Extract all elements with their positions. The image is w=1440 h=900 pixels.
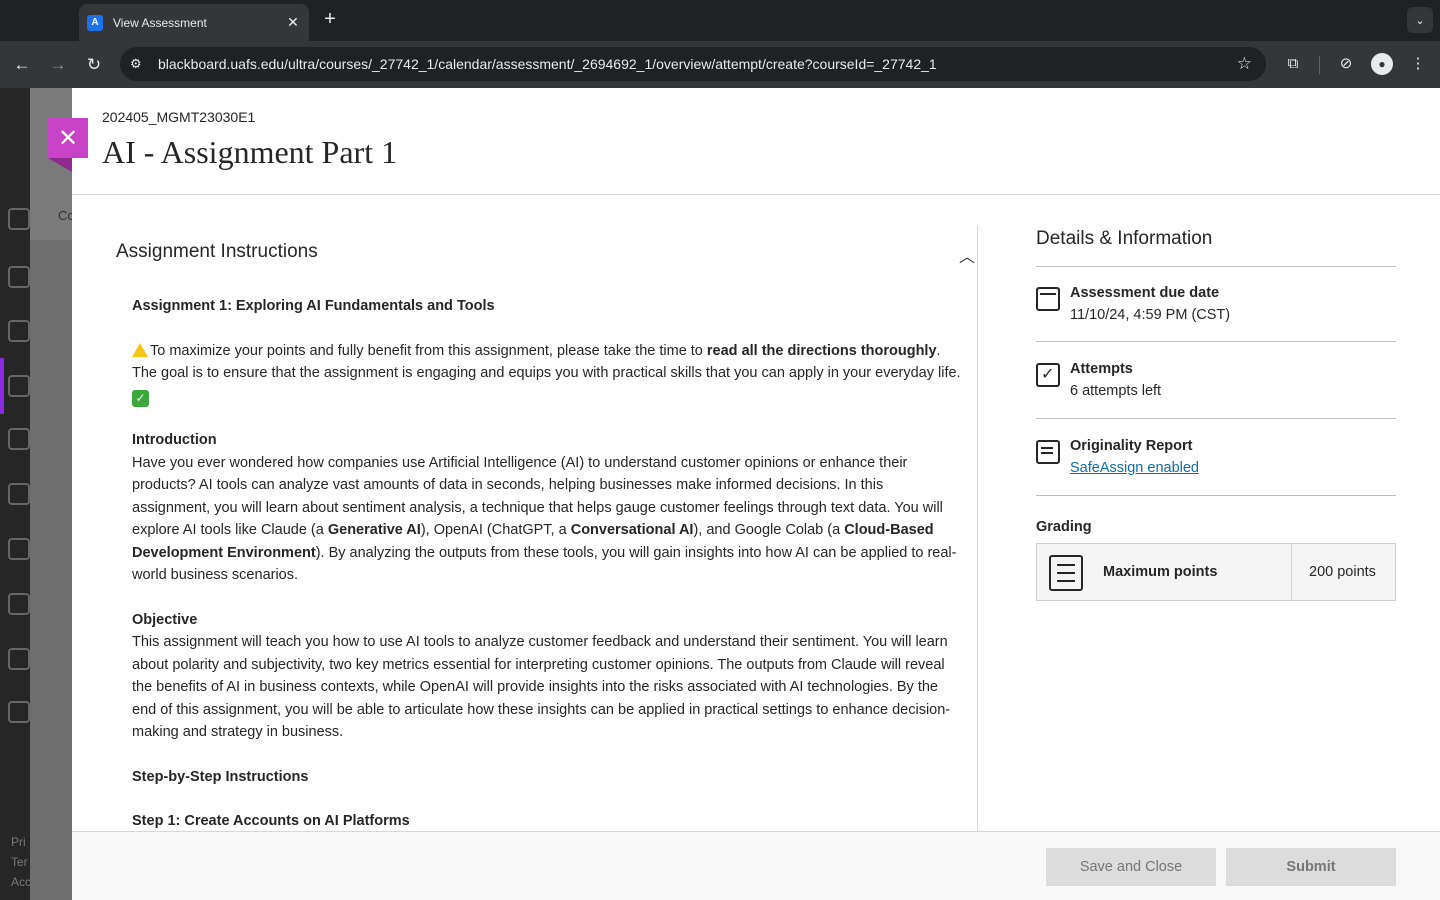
back-icon[interactable]: ← (10, 53, 34, 77)
grading-box: Maximum points 200 points (1036, 543, 1396, 601)
extensions-icon[interactable]: ⧉ (1282, 53, 1304, 75)
browser-menu-icon[interactable]: ⋮ (1407, 53, 1429, 75)
background-footer-links: Pri Ter Acc (11, 832, 31, 892)
tab-title: View Assessment (113, 15, 207, 30)
instructions-section-title[interactable]: Assignment Instructions (116, 241, 318, 263)
courses-icon (8, 375, 30, 397)
institution-icon (8, 208, 30, 230)
groups-icon (8, 428, 30, 450)
grading-divider (1291, 544, 1292, 600)
panel-body[interactable]: Assignment Instructions ︿ Assignment 1: … (72, 195, 1440, 831)
tab-search-icon[interactable]: ⌄ (1407, 7, 1433, 33)
forward-icon[interactable]: → (46, 53, 70, 77)
performance-icon[interactable]: ⊘ (1335, 53, 1357, 75)
blackboard-favicon-icon: A (87, 14, 103, 31)
instructions-column: Assignment Instructions ︿ Assignment 1: … (116, 225, 978, 831)
course-id: 202405_MGMT23030E1 (102, 109, 256, 125)
sign-out-icon (8, 701, 30, 723)
checklist-icon (1049, 555, 1083, 591)
objective-heading: Objective (132, 611, 198, 628)
introduction-text-3: ), and Google Colab (a (693, 522, 845, 538)
footer-link-privacy: Pri (11, 835, 26, 849)
check-mark-icon: ✓ (132, 389, 149, 407)
tools-icon (8, 648, 30, 670)
chevron-up-icon[interactable]: ︿ (956, 243, 978, 266)
intro-paragraph: To maximize your points and fully benefi… (132, 340, 962, 408)
due-date-value: 11/10/24, 4:59 PM (CST) (1070, 307, 1231, 323)
close-panel-button[interactable]: ✕ (48, 118, 88, 158)
submit-button[interactable]: Submit (1226, 848, 1396, 886)
browser-tab[interactable]: A View Assessment ✕ (79, 4, 309, 41)
messages-icon (8, 538, 30, 560)
details-divider (1036, 266, 1396, 267)
step1-heading: Step 1: Create Accounts on AI Platforms (132, 813, 410, 829)
site-info-icon[interactable]: ⚙ (130, 56, 150, 72)
url-text[interactable]: blackboard.uafs.edu/ultra/courses/_27742… (158, 56, 937, 72)
calendar-nav-icon (8, 483, 30, 505)
address-bar[interactable]: ⚙ blackboard.uafs.edu/ultra/courses/_277… (120, 47, 1266, 81)
max-points-value: 200 points (1309, 564, 1376, 580)
introduction-heading: Introduction (132, 432, 217, 448)
page-title: AI - Assignment Part 1 (102, 134, 398, 170)
save-and-close-button[interactable]: Save and Close (1046, 848, 1216, 886)
profile-icon (8, 266, 30, 288)
attempts-label: Attempts (1070, 361, 1133, 377)
introduction-text-2: ), OpenAI (ChatGPT, a (420, 522, 571, 538)
calendar-icon (1036, 287, 1060, 311)
originality-label: Originality Report (1070, 438, 1193, 454)
bookmark-star-icon[interactable]: ☆ (1237, 54, 1252, 74)
introduction-bold-1: Generative AI (327, 522, 421, 538)
background-sidebar: Pri Ter Acc (0, 88, 31, 900)
profile-avatar-icon[interactable]: ● (1371, 53, 1393, 75)
report-icon (1036, 440, 1060, 464)
due-date-label: Assessment due date (1070, 285, 1220, 301)
assignment-heading: Assignment 1: Exploring AI Fundamentals … (132, 298, 495, 314)
active-nav-indicator (0, 358, 4, 414)
objective-text: This assignment will teach you how to us… (132, 634, 951, 740)
grading-label: Grading (1036, 519, 1092, 535)
max-points-label: Maximum points (1103, 564, 1218, 580)
panel-footer: Save and Close Submit (72, 831, 1440, 900)
due-date-item: Assessment due date 11/10/24, 4:59 PM (C… (1036, 285, 1396, 342)
reload-icon[interactable]: ↻ (82, 53, 106, 77)
close-icon: ✕ (57, 124, 79, 152)
warning-icon (132, 342, 148, 357)
globe-icon (8, 320, 30, 342)
safeassign-link[interactable]: SafeAssign enabled (1070, 460, 1199, 476)
details-title: Details & Information (1036, 228, 1213, 249)
instructions-content: Assignment 1: Exploring AI Fundamentals … (132, 295, 962, 831)
toolbar-divider (1319, 56, 1320, 74)
intro-bold: read all the directions thoroughly (706, 342, 937, 359)
footer-link-accessibility: Acc (11, 875, 32, 889)
steps-heading: Step-by-Step Instructions (132, 768, 309, 785)
introduction-bold-2: Conversational AI (570, 522, 694, 538)
introduction-paragraph: Introduction Have you ever wondered how … (132, 429, 962, 587)
intro-lead: To maximize your points and fully benefi… (150, 342, 707, 359)
browser-toolbar: ← → ↻ ⚙ blackboard.uafs.edu/ultra/course… (0, 41, 1440, 88)
checkbox-icon: ✓ (1036, 363, 1060, 387)
panel-header: 202405_MGMT23030E1 AI - Assignment Part … (72, 88, 1440, 195)
footer-link-terms: Ter (11, 855, 28, 869)
objective-paragraph: Objective This assignment will teach you… (132, 609, 962, 744)
assessment-panel: 202405_MGMT23030E1 AI - Assignment Part … (72, 88, 1440, 900)
attempts-value: 6 attempts left (1070, 383, 1162, 399)
browser-tab-strip: A View Assessment ✕ + ⌄ (0, 0, 1440, 41)
grades-icon (8, 593, 30, 615)
new-tab-icon[interactable]: + (320, 8, 340, 32)
tab-close-icon[interactable]: ✕ (285, 14, 301, 31)
attempts-item: ✓ Attempts 6 attempts left (1036, 361, 1396, 419)
originality-item: Originality Report SafeAssign enabled (1036, 438, 1396, 496)
close-button-fold (48, 158, 72, 172)
